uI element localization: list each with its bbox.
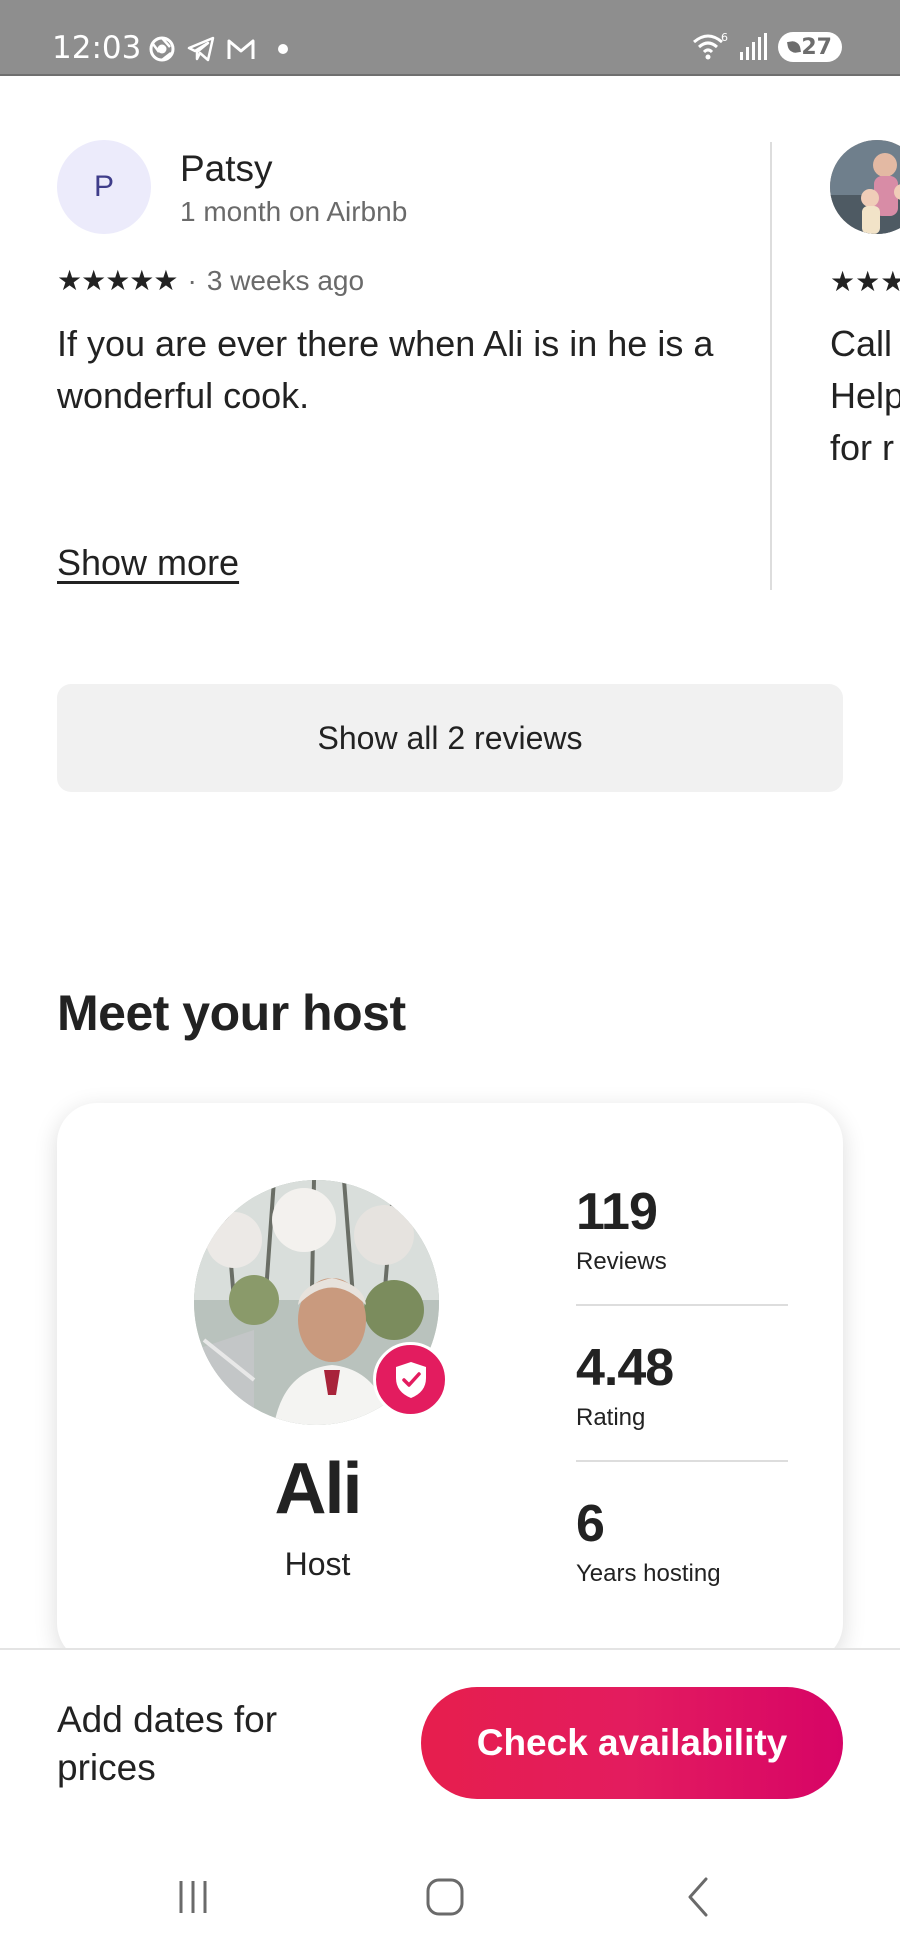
next-reviewer-photo bbox=[830, 140, 900, 234]
review-separator: · bbox=[187, 265, 197, 296]
stat-label: Rating bbox=[576, 1404, 646, 1431]
home-icon[interactable] bbox=[415, 1872, 475, 1922]
recent-apps-icon[interactable] bbox=[163, 1872, 223, 1922]
status-notification-icons bbox=[148, 34, 288, 64]
wifi-icon: 6 bbox=[693, 32, 728, 60]
add-dates-prompt: Add dates for prices bbox=[57, 1699, 278, 1788]
review-rating: ★★★★★ · 3 weeks ago bbox=[57, 265, 364, 297]
next-review-stars: ★★★ bbox=[830, 266, 900, 297]
review-text: If you are ever there when Ali is in he … bbox=[57, 323, 714, 416]
chrome-icon bbox=[149, 36, 175, 62]
shield-check-icon bbox=[395, 1361, 426, 1398]
check-availability-button[interactable]: Check availability bbox=[421, 1687, 843, 1799]
host-role: Host bbox=[284, 1546, 351, 1582]
stat-label: Reviews bbox=[576, 1248, 667, 1275]
reviewer-initial: P bbox=[93, 170, 114, 203]
show-all-reviews-button[interactable]: Show all 2 reviews bbox=[57, 684, 843, 792]
status-time: 12:03 bbox=[52, 30, 142, 66]
status-bar: 12:03 6 27 bbox=[0, 0, 900, 76]
next-review-text: Call Help for r bbox=[830, 318, 900, 474]
notification-dot bbox=[278, 44, 288, 54]
show-more-link[interactable]: Show more bbox=[57, 542, 239, 584]
stat-label: Years hosting bbox=[576, 1560, 721, 1587]
verified-host-badge bbox=[373, 1342, 448, 1417]
reviewer-avatar[interactable]: P bbox=[57, 140, 151, 234]
stat-value: 4.48 bbox=[576, 1339, 674, 1397]
review-divider bbox=[770, 142, 772, 590]
review-date: 3 weeks ago bbox=[206, 265, 365, 296]
reviewer-tenure: 1 month on Airbnb bbox=[180, 196, 408, 227]
battery-level: 27 bbox=[801, 34, 832, 60]
signal-icon bbox=[740, 33, 767, 60]
star-icons: ★★★★★ bbox=[57, 265, 179, 296]
stat-reviews: 119 Reviews bbox=[576, 1182, 788, 1276]
stat-years-hosting: 6 Years hosting bbox=[576, 1494, 788, 1588]
stat-value: 6 bbox=[576, 1495, 605, 1553]
next-review-line: Help bbox=[830, 375, 900, 416]
gmail-icon bbox=[227, 39, 255, 59]
stat-divider bbox=[576, 1304, 788, 1306]
host-name: Ali bbox=[274, 1449, 362, 1529]
back-icon[interactable] bbox=[668, 1872, 728, 1922]
telegram-icon bbox=[187, 36, 215, 62]
reviewer-name: Patsy bbox=[180, 148, 273, 189]
stat-divider bbox=[576, 1460, 788, 1462]
battery-icon: 27 bbox=[778, 32, 842, 62]
stat-rating: 4.48 Rating bbox=[576, 1338, 788, 1432]
stat-value: 119 bbox=[576, 1183, 658, 1241]
section-title: Meet your host bbox=[57, 985, 406, 1041]
wifi-superscript: 6 bbox=[721, 32, 728, 44]
next-reviewer-avatar[interactable] bbox=[830, 140, 900, 234]
next-review-line: for r bbox=[830, 427, 895, 468]
next-review-line: Call bbox=[830, 323, 893, 364]
status-system-icons: 6 27 bbox=[692, 32, 842, 62]
